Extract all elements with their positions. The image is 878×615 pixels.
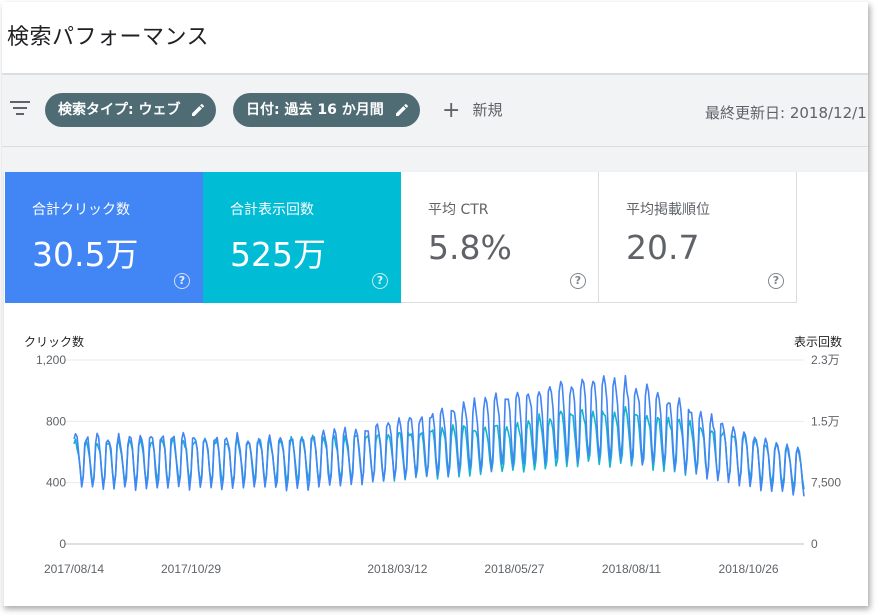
help-circle-icon[interactable]: ? xyxy=(174,273,190,289)
help-circle-icon[interactable]: ? xyxy=(768,273,784,289)
y-right-tick-label: 1.5万 xyxy=(811,414,840,428)
date-filter-chip[interactable]: 日付: 過去 16 か月間 xyxy=(233,93,420,127)
date-chip-label: 日付: 過去 16 か月間 xyxy=(246,102,384,118)
metric-average-ctr[interactable]: 平均 CTR 5.8% ? xyxy=(401,172,599,303)
add-filter-button[interactable]: + 新規 xyxy=(442,99,502,123)
y-left-tick-label: 400 xyxy=(46,476,66,490)
search-type-chip-label: 検索タイプ: ウェブ xyxy=(58,102,181,118)
performance-chart: クリック数 表示回数 0 0 400 7,500 800 1.5万 1,200 2.3万 201… xyxy=(4,312,868,606)
pencil-icon xyxy=(192,103,205,116)
performance-card: 合計クリック数 30.5万 ? 合計表示回数 525万 ? 平均 CTR 5.8… xyxy=(4,172,868,606)
chart-plot[interactable]: 0 0 400 7,500 800 1.5万 1,200 2.3万 2017/08/14 2017… xyxy=(4,312,868,606)
metric-value: 525万 xyxy=(230,235,326,274)
y-left-tick-label: 800 xyxy=(46,414,66,428)
metric-value: 30.5万 xyxy=(32,235,139,274)
filter-bar: 検索タイプ: ウェブ 日付: 過去 16 か月間 + 新規 最終更新日: 2018… xyxy=(2,75,868,147)
y-right-tick-label: 7,500 xyxy=(811,476,841,490)
page-title: 検索パフォーマンス xyxy=(7,25,210,50)
y-left-tick-label: 1,200 xyxy=(36,353,66,367)
metric-label: 合計クリック数 xyxy=(32,202,130,218)
last-updated-text: 最終更新日: 2018/12/1 xyxy=(705,104,867,122)
x-tick-label: 2018/10/26 xyxy=(719,562,779,576)
x-tick-label: 2018/08/11 xyxy=(602,562,661,576)
metric-value: 20.7 xyxy=(626,228,700,267)
metric-value: 5.8% xyxy=(428,228,512,267)
metric-label: 平均 CTR xyxy=(428,202,489,218)
metric-label: 合計表示回数 xyxy=(230,202,314,218)
x-tick-label: 2017/08/14 xyxy=(44,562,104,576)
search-console-window: 検索パフォーマンス 検索タイプ: ウェブ 日付: 過去 16 か月間 + 新規 最… xyxy=(2,2,868,606)
y-left-tick-label: 0 xyxy=(59,537,66,551)
x-tick-label: 2018/03/12 xyxy=(367,562,427,576)
plus-icon: + xyxy=(442,98,461,123)
y-right-tick-label: 0 xyxy=(811,537,818,551)
help-circle-icon[interactable]: ? xyxy=(372,273,388,289)
metric-total-clicks[interactable]: 合計クリック数 30.5万 ? xyxy=(5,172,203,303)
x-tick-label: 2017/10/29 xyxy=(161,562,221,576)
add-filter-label: 新規 xyxy=(472,101,503,119)
help-circle-icon[interactable]: ? xyxy=(570,273,586,289)
metric-average-position[interactable]: 平均掲載順位 20.7 ? xyxy=(599,172,797,303)
title-bar: 検索パフォーマンス xyxy=(2,2,868,74)
pencil-icon xyxy=(395,103,408,116)
metric-label: 平均掲載順位 xyxy=(626,202,710,218)
series-line-clicks xyxy=(73,374,805,497)
y-right-tick-label: 2.3万 xyxy=(811,353,840,367)
search-type-filter-chip[interactable]: 検索タイプ: ウェブ xyxy=(45,93,217,127)
filter-list-icon[interactable] xyxy=(10,101,30,119)
metric-total-impressions[interactable]: 合計表示回数 525万 ? xyxy=(203,172,401,303)
x-tick-label: 2018/05/27 xyxy=(484,562,544,576)
